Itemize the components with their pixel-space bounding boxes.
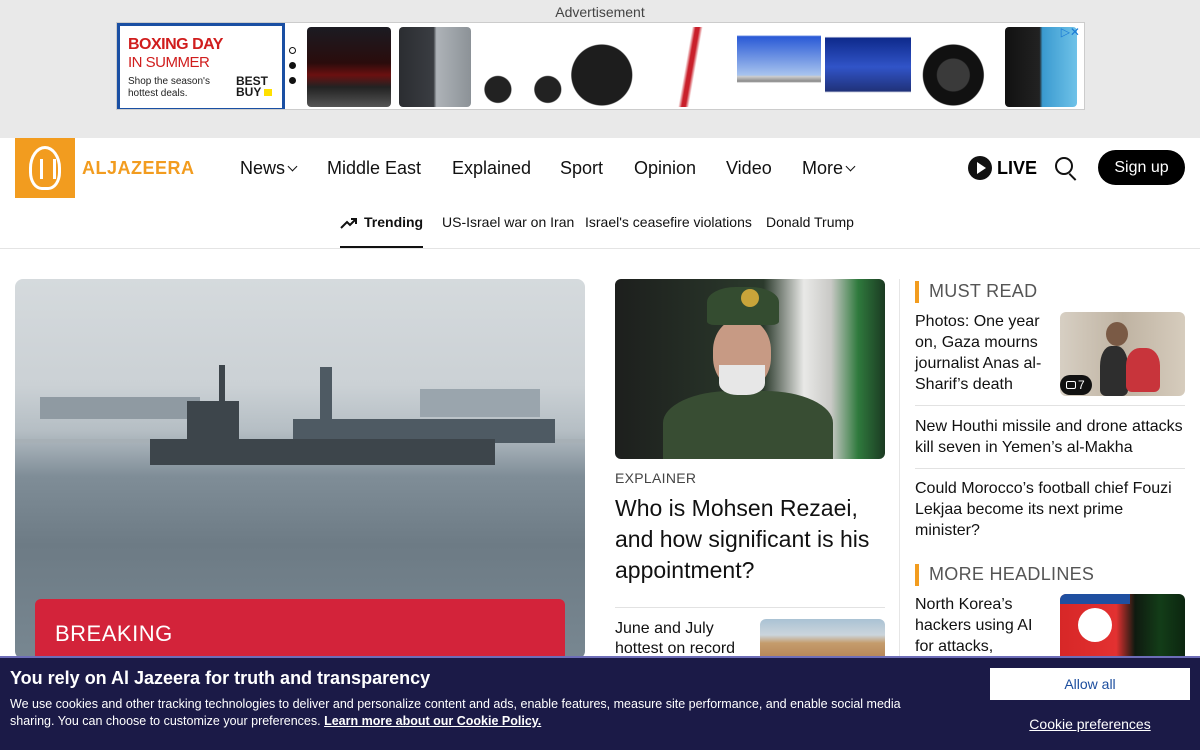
must-read-heading: MUST READ [915,281,1037,303]
ad-promo-line1: BOXING DAY [128,36,223,53]
nav-opinion[interactable]: Opinion [634,158,696,179]
ad-dot[interactable] [289,47,296,54]
more-headlines-headline[interactable]: North Korea’s hackers using AI for attac… [915,594,1050,657]
ad-product-bike-image[interactable] [479,27,565,107]
chevron-down-icon [287,161,298,172]
ship-mast-shape [219,365,225,405]
nav-news[interactable]: News [240,158,298,179]
ad-brand-logo: BEST BUY [236,75,274,100]
site-header: ALJAZEERA News Middle East Explained Spo… [0,138,1200,249]
ship-shape [420,389,540,417]
ad-banner[interactable]: BOXING DAY IN SUMMER Shop the season's h… [116,22,1085,110]
aljazeera-logo-icon[interactable] [15,138,75,198]
nav-video[interactable]: Video [726,158,772,179]
ad-product-camera-image[interactable] [913,27,997,107]
trending-label[interactable]: Trending [340,214,424,248]
ad-dot[interactable] [289,62,296,69]
ad-product-stick-vacuum-image[interactable] [657,27,731,107]
search-icon[interactable] [1054,156,1078,181]
hero-story-image[interactable]: BREAKING [15,279,585,659]
ad-label: Advertisement [555,4,645,20]
divider [915,405,1185,406]
ship-mast-shape [320,367,332,421]
nav-news-label: News [240,158,286,178]
chevron-down-icon [845,161,856,172]
story-headline[interactable]: Who is Mohsen Rezaei, and how significan… [615,493,890,586]
ad-product-phone-image[interactable] [399,27,471,107]
trending-item[interactable]: Donald Trump [766,214,854,230]
desert-heat-thumbnail[interactable] [760,619,885,659]
trending-item[interactable]: US-Israel war on Iran [442,214,574,230]
cookie-banner-title: You rely on Al Jazeera for truth and tra… [10,668,431,688]
trending-label-text: Trending [364,214,424,230]
ad-product-phone-image[interactable] [1005,27,1077,107]
ad-product-tv-image[interactable] [825,27,911,107]
ad-choices-close-icon[interactable]: ▷✕ [1061,25,1080,39]
story-category[interactable]: EXPLAINER [615,470,696,486]
cookie-policy-link[interactable]: Learn more about our Cookie Policy. [324,714,541,728]
ship-shape [150,439,495,465]
ad-bar: Advertisement BOXING DAY IN SUMMER Shop … [0,0,1200,138]
nav-explained[interactable]: Explained [452,158,531,179]
ship-shape [40,397,200,419]
ad-promo-text: Shop the season's hottest deals. [128,76,210,99]
nav-sport[interactable]: Sport [560,158,603,179]
must-read-headline[interactable]: New Houthi missile and drone attacks kil… [915,416,1190,458]
photo-count: 7 [1078,378,1085,392]
ad-product-laptop-image[interactable] [737,27,821,107]
allow-all-button[interactable]: Allow all [990,668,1190,700]
north-korea-flag-thumbnail[interactable] [1060,594,1185,659]
column-divider [899,279,900,659]
mohsen-rezaei-photo[interactable] [615,279,885,459]
ad-promo-panel[interactable]: BOXING DAY IN SUMMER Shop the season's h… [117,23,285,109]
logo-wordmark[interactable]: ALJAZEERA [82,158,195,179]
ad-product-vacuum-image[interactable] [569,27,651,107]
breaking-badge[interactable]: BREAKING [35,599,565,659]
trending-up-icon [340,218,357,229]
camera-icon [1066,381,1076,389]
must-read-headline[interactable]: Could Morocco’s football chief Fouzi Lek… [915,478,1190,541]
photo-count-badge: 7 [1060,375,1092,395]
live-label: LIVE [997,158,1038,178]
cookie-preferences-button[interactable]: Cookie preferences [990,716,1190,732]
cookie-consent-banner: You rely on Al Jazeera for truth and tra… [0,656,1200,750]
divider [615,607,885,608]
divider [915,468,1185,469]
ad-dot[interactable] [289,77,296,84]
aljazeera-calligraphy-icon [29,146,61,190]
must-read-headline[interactable]: Photos: One year on, Gaza mourns journal… [915,311,1053,395]
sign-up-button[interactable]: Sign up [1098,150,1185,185]
nav-more[interactable]: More [802,158,856,179]
nav-middle-east[interactable]: Middle East [327,158,421,179]
cookie-banner-text: We use cookies and other tracking techno… [10,696,940,730]
ad-promo-line2: IN SUMMER [128,54,210,71]
more-headlines-heading: MORE HEADLINES [915,564,1094,586]
ad-product-laptop-image[interactable] [307,27,391,107]
trending-item[interactable]: Israel's ceasefire violations [585,214,752,230]
play-icon [968,156,992,180]
ship-bridge-shape [187,401,239,441]
nav-more-label: More [802,158,844,178]
ad-carousel-dots[interactable] [289,47,299,92]
story-headline-small[interactable]: June and July hottest on record [615,619,750,659]
